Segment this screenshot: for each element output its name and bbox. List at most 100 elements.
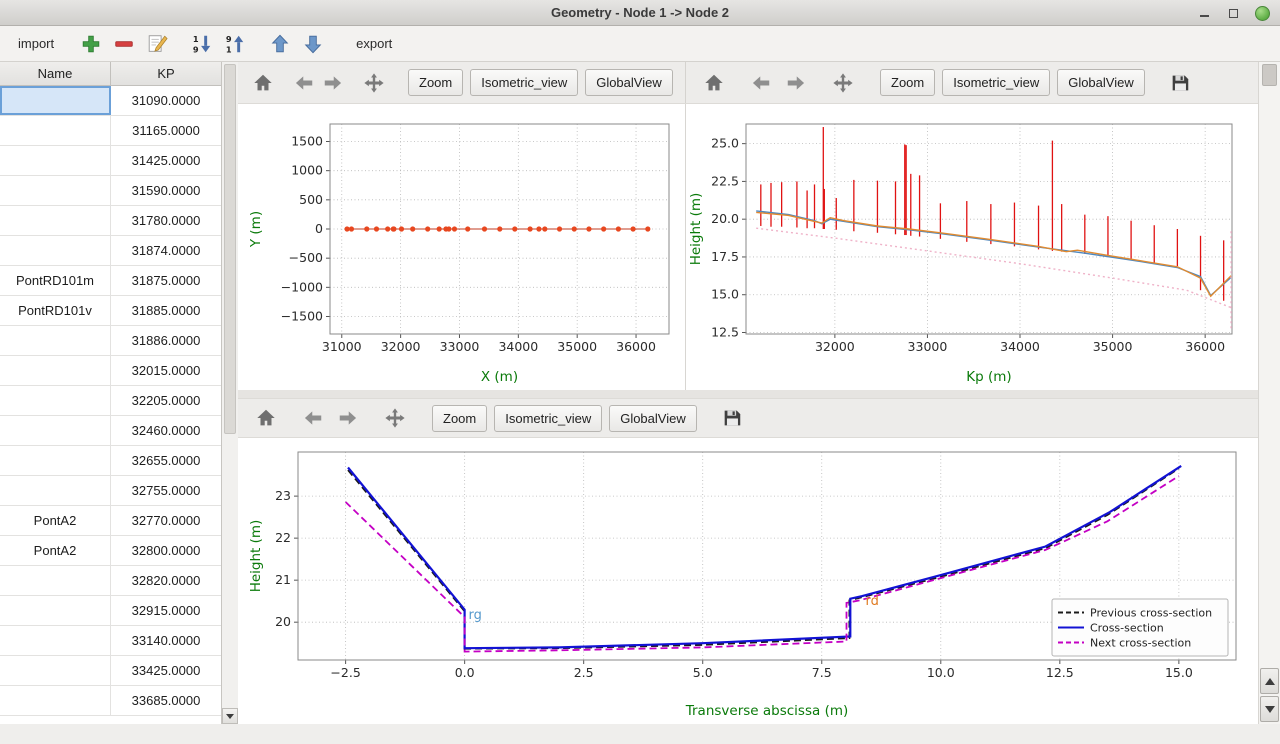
- global-view-button[interactable]: GlobalView: [1057, 69, 1145, 96]
- cell-name[interactable]: [0, 116, 111, 145]
- edit-cross-section-button[interactable]: [145, 32, 169, 56]
- back-button[interactable]: [747, 69, 775, 97]
- minimize-button[interactable]: [1196, 5, 1212, 21]
- table-row[interactable]: PontA232770.0000: [0, 506, 221, 536]
- cell-name[interactable]: [0, 86, 111, 115]
- cell-kp[interactable]: 31875.0000: [111, 266, 221, 295]
- cell-name[interactable]: [0, 206, 111, 235]
- table-row[interactable]: 32755.0000: [0, 476, 221, 506]
- cell-kp[interactable]: 31590.0000: [111, 176, 221, 205]
- table-row[interactable]: 31780.0000: [0, 206, 221, 236]
- cell-kp[interactable]: 32820.0000: [111, 566, 221, 595]
- table-row[interactable]: 31165.0000: [0, 116, 221, 146]
- forward-button[interactable]: [782, 69, 810, 97]
- pan-button[interactable]: [829, 69, 857, 97]
- home-button[interactable]: [700, 69, 728, 97]
- cell-kp[interactable]: 33685.0000: [111, 686, 221, 715]
- cell-kp[interactable]: 31886.0000: [111, 326, 221, 355]
- zoom-button[interactable]: Zoom: [880, 69, 935, 96]
- cell-name[interactable]: [0, 146, 111, 175]
- table-row[interactable]: PontRD101v31885.0000: [0, 296, 221, 326]
- table-row[interactable]: PontA232800.0000: [0, 536, 221, 566]
- delete-cross-section-button[interactable]: [112, 32, 136, 56]
- add-cross-section-button[interactable]: [79, 32, 103, 56]
- table-row[interactable]: 31590.0000: [0, 176, 221, 206]
- cell-name[interactable]: PontRD101m: [0, 266, 111, 295]
- cell-kp[interactable]: 33140.0000: [111, 626, 221, 655]
- forward-button[interactable]: [322, 69, 344, 97]
- cross-section-canvas[interactable]: −2.50.02.55.07.510.012.515.020212223rgrd…: [238, 438, 1258, 724]
- pan-button[interactable]: [381, 404, 409, 432]
- cell-kp[interactable]: 32205.0000: [111, 386, 221, 415]
- import-button[interactable]: import: [12, 33, 60, 54]
- pan-button[interactable]: [363, 69, 385, 97]
- move-up-button[interactable]: [268, 32, 292, 56]
- isometric-view-button[interactable]: Isometric_view: [942, 69, 1050, 96]
- table-scrollbar-thumb[interactable]: [224, 64, 236, 434]
- table-scroll-down-button[interactable]: [222, 708, 238, 724]
- table-row[interactable]: 32015.0000: [0, 356, 221, 386]
- cell-kp[interactable]: 31780.0000: [111, 206, 221, 235]
- isometric-view-button[interactable]: Isometric_view: [494, 405, 602, 432]
- export-button[interactable]: export: [350, 33, 398, 54]
- back-button[interactable]: [299, 404, 327, 432]
- table-row[interactable]: 31874.0000: [0, 236, 221, 266]
- cell-kp[interactable]: 31425.0000: [111, 146, 221, 175]
- table-row[interactable]: 32460.0000: [0, 416, 221, 446]
- cell-kp[interactable]: 31165.0000: [111, 116, 221, 145]
- cell-name[interactable]: [0, 416, 111, 445]
- cell-kp[interactable]: 33425.0000: [111, 656, 221, 685]
- restore-button[interactable]: [1225, 5, 1241, 21]
- cell-kp[interactable]: 32015.0000: [111, 356, 221, 385]
- window-scrollbar-thumb[interactable]: [1262, 64, 1277, 86]
- cell-name[interactable]: [0, 326, 111, 355]
- forward-button[interactable]: [334, 404, 362, 432]
- move-down-button[interactable]: [301, 32, 325, 56]
- zoom-button[interactable]: Zoom: [432, 405, 487, 432]
- home-button[interactable]: [252, 404, 280, 432]
- cell-kp[interactable]: 31090.0000: [111, 86, 221, 115]
- sort-ascending-button[interactable]: 91: [223, 32, 247, 56]
- sort-descending-button[interactable]: 19: [190, 32, 214, 56]
- isometric-view-button[interactable]: Isometric_view: [470, 69, 578, 96]
- cell-name[interactable]: [0, 686, 111, 715]
- close-button[interactable]: [1254, 5, 1270, 21]
- table-row[interactable]: 32915.0000: [0, 596, 221, 626]
- global-view-button[interactable]: GlobalView: [585, 69, 673, 96]
- home-button[interactable]: [252, 69, 274, 97]
- longitudinal-profile-canvas[interactable]: 320003300034000350003600012.515.017.520.…: [686, 104, 1258, 390]
- cell-name[interactable]: [0, 176, 111, 205]
- cell-name[interactable]: PontRD101v: [0, 296, 111, 325]
- cell-name[interactable]: [0, 236, 111, 265]
- cell-name[interactable]: PontA2: [0, 536, 111, 565]
- scroll-down-button[interactable]: [1260, 696, 1279, 722]
- save-button[interactable]: [718, 404, 746, 432]
- table-row[interactable]: 33685.0000: [0, 686, 221, 716]
- cell-kp[interactable]: 32655.0000: [111, 446, 221, 475]
- table-row[interactable]: PontRD101m31875.0000: [0, 266, 221, 296]
- horizontal-splitter[interactable]: [238, 390, 1258, 398]
- cell-kp[interactable]: 31885.0000: [111, 296, 221, 325]
- table-row[interactable]: 31886.0000: [0, 326, 221, 356]
- table-row[interactable]: 33140.0000: [0, 626, 221, 656]
- table-row[interactable]: 33425.0000: [0, 656, 221, 686]
- table-row[interactable]: 32820.0000: [0, 566, 221, 596]
- cell-name[interactable]: [0, 596, 111, 625]
- cell-kp[interactable]: 32800.0000: [111, 536, 221, 565]
- cell-name[interactable]: PontA2: [0, 506, 111, 535]
- cell-name[interactable]: [0, 356, 111, 385]
- global-view-button[interactable]: GlobalView: [609, 405, 697, 432]
- table-row[interactable]: 32655.0000: [0, 446, 221, 476]
- cell-kp[interactable]: 32770.0000: [111, 506, 221, 535]
- window-vertical-scrollbar[interactable]: [1258, 62, 1280, 724]
- scroll-up-button[interactable]: [1260, 668, 1279, 694]
- cell-name[interactable]: [0, 626, 111, 655]
- cell-kp[interactable]: 32460.0000: [111, 416, 221, 445]
- cell-name[interactable]: [0, 656, 111, 685]
- table-row[interactable]: 31425.0000: [0, 146, 221, 176]
- cell-name[interactable]: [0, 386, 111, 415]
- save-button[interactable]: [1166, 69, 1194, 97]
- cell-name[interactable]: [0, 446, 111, 475]
- table-row[interactable]: 32205.0000: [0, 386, 221, 416]
- cell-kp[interactable]: 32915.0000: [111, 596, 221, 625]
